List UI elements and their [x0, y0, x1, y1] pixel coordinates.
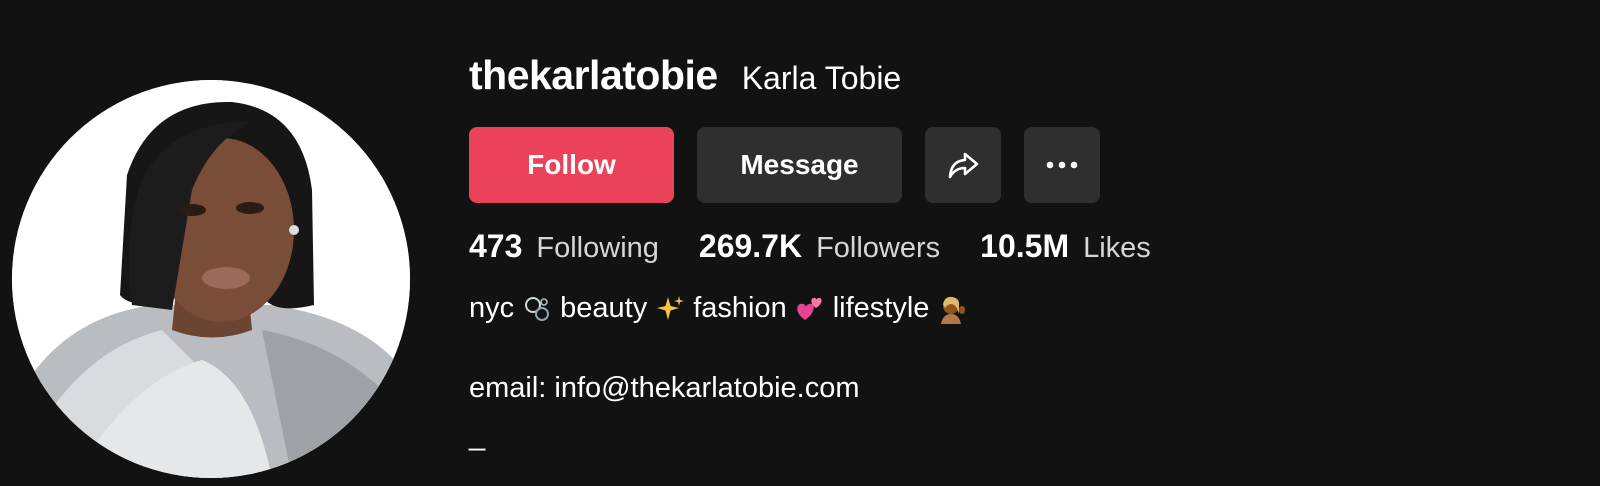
bio-word-nyc: nyc — [469, 292, 515, 324]
following-stat[interactable]: 473 Following — [469, 228, 659, 265]
two-hearts-emoji-icon — [796, 297, 822, 320]
likes-stat: 10.5M Likes — [980, 228, 1151, 265]
username: thekarlatobie — [469, 52, 718, 98]
followers-label: Followers — [816, 232, 941, 264]
share-button[interactable] — [925, 127, 1001, 203]
bio-trailing: _ — [469, 420, 486, 452]
more-button[interactable] — [1024, 127, 1100, 203]
sparkles-emoji-icon — [657, 295, 685, 320]
bio: nyc beauty fashion lifestyle — [469, 292, 975, 325]
display-name: Karla Tobie — [741, 60, 902, 96]
message-button[interactable]: Message — [697, 127, 902, 203]
following-count: 473 — [469, 228, 523, 264]
follow-button[interactable]: Follow — [469, 127, 674, 203]
profile-stats: 473 Following 269.7K Followers 10.5M Lik… — [469, 228, 1191, 265]
bio-email: email: info@thekarlatobie.com — [469, 372, 860, 404]
followers-count: 269.7K — [698, 228, 803, 264]
profile-photo — [12, 80, 410, 478]
avatar[interactable] — [12, 80, 410, 478]
name-row: thekarlatobie Karla Tobie — [469, 52, 1569, 102]
followers-stat[interactable]: 269.7K Followers — [699, 228, 940, 265]
action-buttons: Follow Message — [469, 127, 1100, 203]
bio-word-fashion: fashion — [693, 292, 787, 324]
bio-word-lifestyle: lifestyle — [832, 292, 930, 324]
woman-tipping-hand-emoji-icon — [941, 296, 966, 324]
profile-info: thekarlatobie Karla Tobie Follow Message… — [469, 52, 1569, 452]
likes-count: 10.5M — [980, 228, 1070, 264]
bio-word-beauty: beauty — [560, 292, 648, 324]
share-arrow-icon — [948, 152, 979, 179]
bubbles-emoji-icon — [525, 296, 550, 321]
following-label: Following — [536, 232, 659, 264]
likes-label: Likes — [1083, 232, 1151, 264]
more-dots-icon — [1046, 161, 1078, 169]
